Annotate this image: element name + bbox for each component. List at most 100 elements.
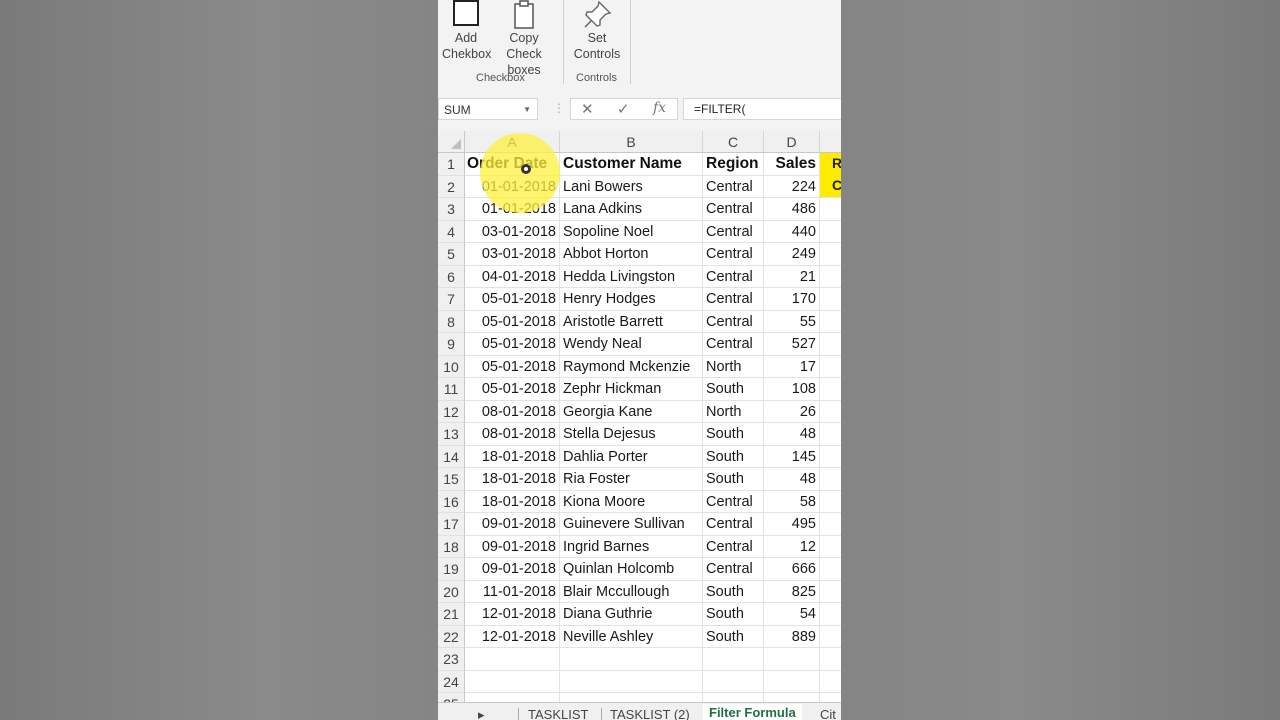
row-number[interactable]: 12 xyxy=(438,400,465,423)
customer-name-cell[interactable]: Neville Ashley xyxy=(560,625,703,648)
region-cell[interactable]: Central xyxy=(703,310,764,333)
row-number[interactable]: 1 xyxy=(438,153,465,176)
row-number[interactable]: 15 xyxy=(438,468,465,491)
cancel-icon[interactable]: ✕ xyxy=(581,100,594,118)
enter-icon[interactable]: ✓ xyxy=(617,100,630,118)
column-e-cell[interactable] xyxy=(820,176,841,198)
customer-name-cell[interactable]: Wendy Neal xyxy=(560,333,703,356)
region-cell[interactable]: Central xyxy=(703,243,764,266)
sales-cell[interactable]: 17 xyxy=(764,355,820,378)
column-e-cell[interactable] xyxy=(820,243,841,266)
row-number[interactable]: 20 xyxy=(438,580,465,603)
row-number[interactable]: 3 xyxy=(438,198,465,221)
region-cell[interactable]: North xyxy=(703,400,764,423)
region-cell[interactable]: Central xyxy=(703,333,764,356)
sales-cell[interactable]: 249 xyxy=(764,243,820,266)
customer-name-cell[interactable]: Guinevere Sullivan xyxy=(560,513,703,536)
header-region[interactable]: Region xyxy=(703,153,764,176)
sales-cell[interactable]: 170 xyxy=(764,288,820,311)
customer-name-cell[interactable]: Zephr Hickman xyxy=(560,378,703,401)
column-header-e[interactable] xyxy=(820,131,841,153)
row-number[interactable]: 16 xyxy=(438,490,465,513)
order-date-cell[interactable]: 12-01-2018 xyxy=(465,625,560,648)
order-date-cell[interactable]: 03-01-2018 xyxy=(465,243,560,266)
sales-cell[interactable]: 55 xyxy=(764,310,820,333)
region-cell[interactable]: Central xyxy=(703,558,764,581)
column-e-cell[interactable] xyxy=(820,468,841,491)
sales-cell[interactable]: 825 xyxy=(764,580,820,603)
column-e-cell[interactable] xyxy=(820,356,841,378)
customer-name-cell[interactable]: Aristotle Barrett xyxy=(560,310,703,333)
column-header-d[interactable]: D xyxy=(764,131,820,153)
customer-name-cell[interactable]: Raymond Mckenzie xyxy=(560,355,703,378)
customer-name-cell[interactable]: Lani Bowers xyxy=(560,175,703,198)
customer-name-cell[interactable]: Diana Guthrie xyxy=(560,603,703,626)
sales-cell[interactable]: 54 xyxy=(764,603,820,626)
sales-cell[interactable]: 224 xyxy=(764,175,820,198)
row-number[interactable]: 19 xyxy=(438,558,465,581)
region-cell[interactable]: Central xyxy=(703,513,764,536)
order-date-cell[interactable]: 01-01-2018 xyxy=(465,198,560,221)
customer-name-cell[interactable]: Sopoline Noel xyxy=(560,220,703,243)
customer-name-cell[interactable]: Kiona Moore xyxy=(560,490,703,513)
column-e-cell[interactable] xyxy=(820,603,841,626)
column-e-cell[interactable] xyxy=(820,491,841,513)
region-cell[interactable]: Central xyxy=(703,535,764,558)
column-e-cell[interactable] xyxy=(820,378,841,401)
region-cell[interactable]: Central xyxy=(703,220,764,243)
column-e-cell[interactable] xyxy=(820,401,841,423)
order-date-cell[interactable]: 03-01-2018 xyxy=(465,220,560,243)
header-sales[interactable]: Sales xyxy=(764,153,820,176)
name-box[interactable]: SUM ▼ xyxy=(438,98,538,120)
column-e-cell[interactable] xyxy=(820,648,841,671)
order-date-cell[interactable]: 04-01-2018 xyxy=(465,265,560,288)
sales-cell[interactable]: 48 xyxy=(764,423,820,446)
order-date-cell[interactable]: 05-01-2018 xyxy=(465,378,560,401)
customer-name-cell[interactable]: Stella Dejesus xyxy=(560,423,703,446)
customer-name-cell[interactable]: Quinlan Holcomb xyxy=(560,558,703,581)
region-cell[interactable]: Central xyxy=(703,490,764,513)
region-cell[interactable]: South xyxy=(703,378,764,401)
order-date-cell[interactable]: 09-01-2018 xyxy=(465,558,560,581)
sales-cell[interactable]: 58 xyxy=(764,490,820,513)
region-cell[interactable]: Central xyxy=(703,288,764,311)
region-cell[interactable]: South xyxy=(703,580,764,603)
sales-cell[interactable]: 666 xyxy=(764,558,820,581)
row-number[interactable]: 24 xyxy=(438,670,465,693)
region-cell[interactable] xyxy=(703,670,764,693)
column-e-cell[interactable] xyxy=(820,423,841,446)
customer-name-cell[interactable] xyxy=(560,670,703,693)
header-order-date[interactable]: Order Date xyxy=(465,153,560,176)
sales-cell[interactable]: 21 xyxy=(764,265,820,288)
column-e-cell[interactable] xyxy=(820,333,841,356)
customer-name-cell[interactable]: Lana Adkins xyxy=(560,198,703,221)
order-date-cell[interactable]: 12-01-2018 xyxy=(465,603,560,626)
row-number[interactable]: 14 xyxy=(438,445,465,468)
order-date-cell[interactable]: 05-01-2018 xyxy=(465,333,560,356)
order-date-cell[interactable]: 08-01-2018 xyxy=(465,400,560,423)
sales-cell[interactable]: 12 xyxy=(764,535,820,558)
column-e-cell[interactable] xyxy=(820,536,841,558)
sales-cell[interactable]: 495 xyxy=(764,513,820,536)
row-number[interactable]: 7 xyxy=(438,288,465,311)
sales-cell[interactable] xyxy=(764,670,820,693)
sales-cell[interactable]: 145 xyxy=(764,445,820,468)
column-e-cell[interactable] xyxy=(820,221,841,243)
column-e-cell[interactable] xyxy=(820,266,841,288)
tab-tasklist[interactable]: TASKLIST xyxy=(528,707,588,720)
column-header-c[interactable]: C xyxy=(703,131,764,153)
order-date-cell[interactable]: 05-01-2018 xyxy=(465,355,560,378)
order-date-cell[interactable] xyxy=(465,670,560,693)
region-cell[interactable] xyxy=(703,648,764,671)
customer-name-cell[interactable]: Georgia Kane xyxy=(560,400,703,423)
formula-input[interactable]: =FILTER( xyxy=(683,98,841,120)
order-date-cell[interactable]: 09-01-2018 xyxy=(465,535,560,558)
sales-cell[interactable]: 26 xyxy=(764,400,820,423)
tab-nav-arrow-icon[interactable]: ▸ xyxy=(478,707,485,720)
customer-name-cell[interactable]: Ria Foster xyxy=(560,468,703,491)
region-cell[interactable]: Central xyxy=(703,198,764,221)
region-cell[interactable]: Central xyxy=(703,175,764,198)
select-all-corner[interactable] xyxy=(438,131,465,153)
row-number[interactable]: 10 xyxy=(438,355,465,378)
tab-cit[interactable]: Cit xyxy=(820,707,836,720)
